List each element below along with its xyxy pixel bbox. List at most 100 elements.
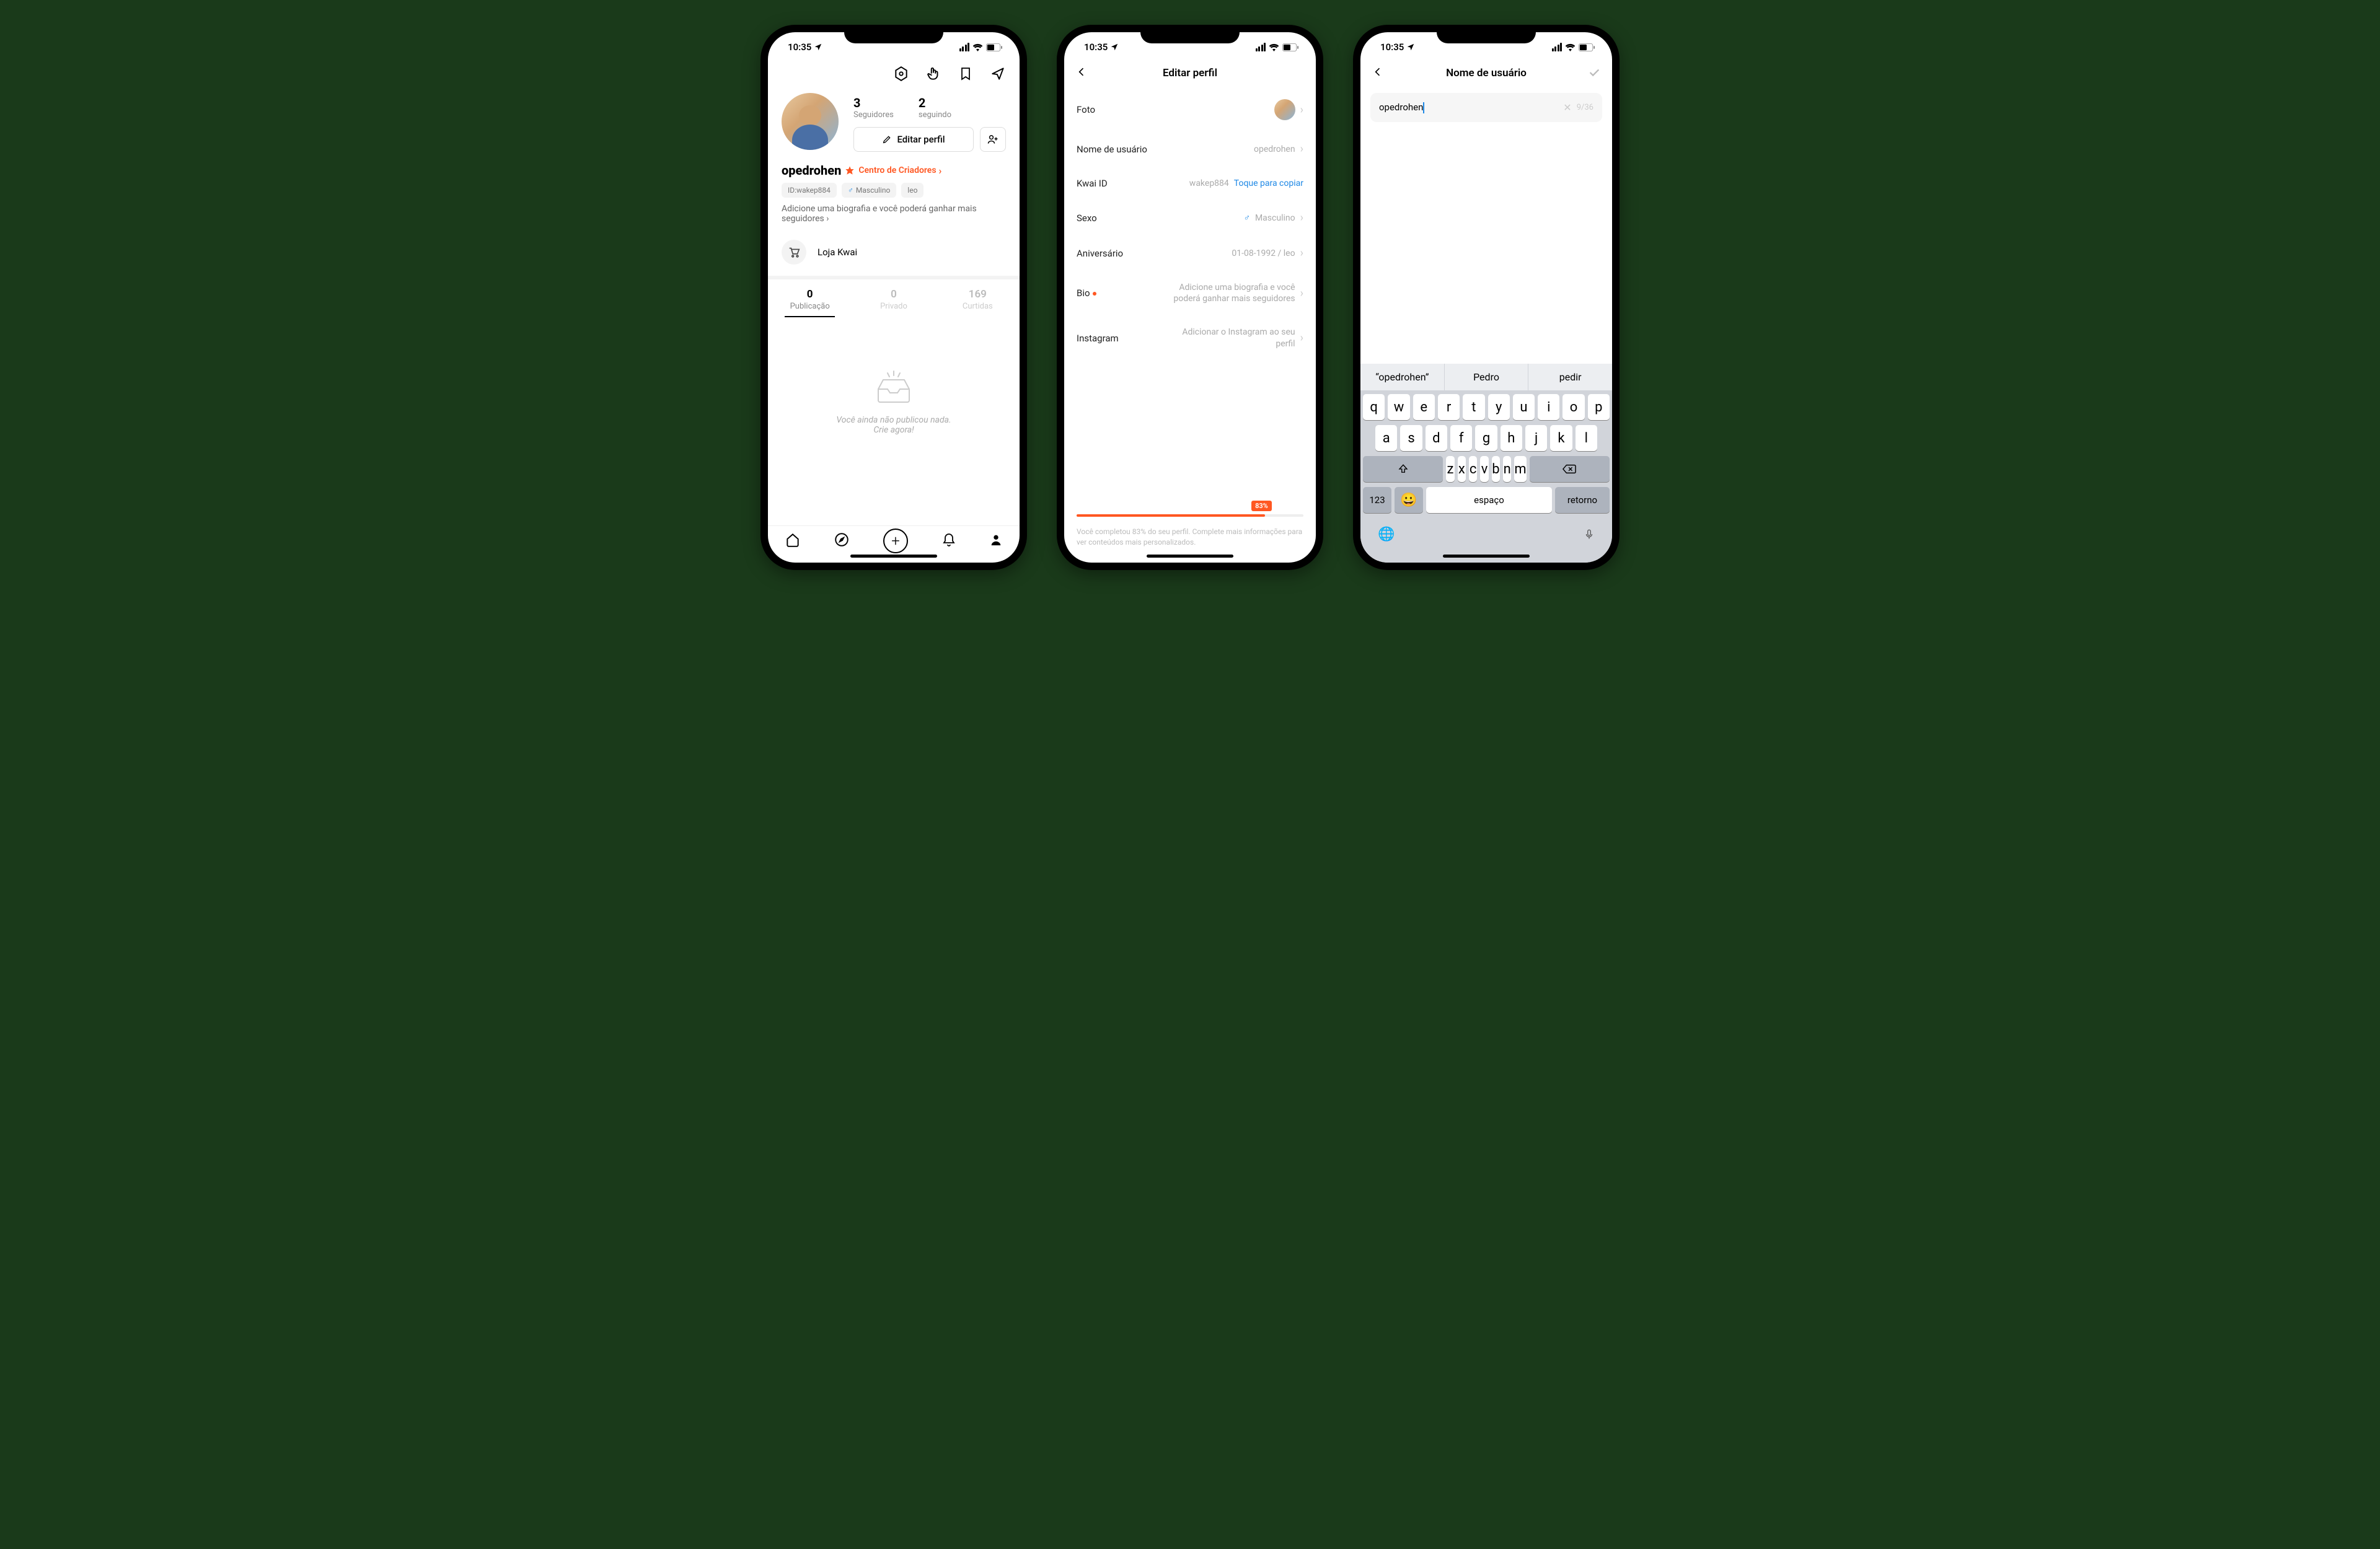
row-photo[interactable]: Foto › (1064, 88, 1316, 131)
key-c[interactable]: c (1469, 456, 1477, 482)
pencil-icon (882, 134, 892, 144)
kbd-row-1: qwertyuiop (1363, 394, 1610, 420)
keyboard: “opedrohen” Pedro pedir qwertyuiop asdfg… (1360, 364, 1612, 563)
space-key[interactable]: espaço (1426, 487, 1552, 513)
store-row[interactable]: Loja Kwai (768, 234, 1020, 276)
char-count: 9/36 (1577, 103, 1593, 112)
settings-hex-icon[interactable] (893, 66, 909, 82)
row-instagram[interactable]: Instagram Adicionar o Instagram ao seu p… (1064, 315, 1316, 360)
key-e[interactable]: e (1413, 394, 1435, 420)
confirm-button[interactable] (1587, 66, 1601, 82)
suggestion-1[interactable]: “opedrohen” (1360, 364, 1445, 390)
header-title: Nome de usuário (1446, 67, 1527, 79)
empty-inbox-icon (872, 371, 915, 408)
profile-progress: 83% (1064, 514, 1316, 522)
phone-edit-profile: 10:35 Editar perfil Foto › Nome de usuár… (1057, 25, 1323, 570)
nav-discover[interactable] (834, 532, 850, 550)
key-h[interactable]: h (1501, 425, 1522, 451)
creator-badge-icon (845, 165, 855, 175)
key-z[interactable]: z (1446, 456, 1454, 482)
cart-icon (787, 245, 801, 259)
status-time: 10:35 (788, 42, 811, 53)
key-s[interactable]: s (1400, 425, 1422, 451)
home-indicator[interactable] (850, 555, 937, 558)
add-friend-button[interactable] (980, 127, 1006, 152)
key-i[interactable]: i (1538, 394, 1559, 420)
row-sex[interactable]: Sexo ♂Masculino› (1064, 200, 1316, 235)
phone-edit-username: 10:35 Nome de usuário opedrohen ✕ 9/36 “… (1353, 25, 1620, 570)
tab-posts[interactable]: 0 Publicação (768, 279, 852, 317)
back-button[interactable] (1075, 66, 1088, 81)
key-o[interactable]: o (1562, 394, 1584, 420)
key-b[interactable]: b (1492, 456, 1500, 482)
followers-stat[interactable]: 3 Seguidores (853, 95, 894, 120)
wifi-icon (1565, 43, 1576, 51)
key-w[interactable]: w (1388, 394, 1409, 420)
key-x[interactable]: x (1458, 456, 1466, 482)
tab-private[interactable]: 0 Privado (852, 279, 935, 317)
kbd-row-2: asdfghjkl (1363, 425, 1610, 451)
globe-key[interactable]: 🌐 (1378, 527, 1395, 545)
key-k[interactable]: k (1550, 425, 1572, 451)
edit-profile-button[interactable]: Editar perfil (853, 127, 974, 152)
return-key[interactable]: retorno (1555, 487, 1610, 513)
key-f[interactable]: f (1450, 425, 1472, 451)
progress-badge: 83% (1251, 501, 1272, 511)
row-username[interactable]: Nome de usuário opedrohen› (1064, 131, 1316, 167)
suggestion-2[interactable]: Pedro (1445, 364, 1529, 390)
key-v[interactable]: v (1480, 456, 1488, 482)
shift-key[interactable] (1363, 456, 1443, 482)
row-kwai-id[interactable]: Kwai ID wakep884Toque para copiar (1064, 167, 1316, 200)
key-u[interactable]: u (1513, 394, 1535, 420)
home-indicator[interactable] (1147, 555, 1233, 558)
signal-icon (1256, 43, 1266, 51)
emoji-key[interactable]: 😀 (1395, 487, 1423, 513)
suggestion-3[interactable]: pedir (1528, 364, 1612, 390)
row-bio[interactable]: Bio Adicione uma biografia e você poderá… (1064, 271, 1316, 315)
nav-notifications[interactable] (941, 532, 956, 550)
sign-chip[interactable]: leo (901, 183, 923, 198)
notch (844, 25, 943, 43)
id-chip[interactable]: ID:wakep884 (782, 183, 837, 198)
key-j[interactable]: j (1525, 425, 1547, 451)
key-g[interactable]: g (1475, 425, 1497, 451)
empty-state: Você ainda não publicou nada. Crie agora… (768, 317, 1020, 525)
nav-profile[interactable] (989, 532, 1003, 550)
clear-icon[interactable]: ✕ (1563, 102, 1571, 113)
key-y[interactable]: y (1488, 394, 1510, 420)
creator-center-link[interactable]: Centro de Criadores› (858, 165, 941, 177)
back-button[interactable] (1372, 66, 1384, 81)
bookmark-icon[interactable] (958, 66, 974, 82)
key-t[interactable]: t (1463, 394, 1484, 420)
key-p[interactable]: p (1588, 394, 1610, 420)
backspace-key[interactable] (1530, 456, 1610, 482)
key-r[interactable]: r (1438, 394, 1460, 420)
bio-prompt[interactable]: Adicione uma biografia e você poderá gan… (768, 204, 1020, 234)
share-icon[interactable] (990, 66, 1006, 82)
key-n[interactable]: n (1503, 456, 1511, 482)
gender-chip[interactable]: ♂Masculino (842, 183, 896, 198)
key-q[interactable]: q (1363, 394, 1385, 420)
nav-home[interactable] (785, 532, 801, 550)
tab-likes[interactable]: 169 Curtidas (936, 279, 1020, 317)
key-a[interactable]: a (1375, 425, 1397, 451)
battery-icon (1282, 43, 1298, 51)
header-title: Editar perfil (1163, 67, 1217, 79)
notch (1437, 25, 1536, 43)
row-birthday[interactable]: Aniversário 01-08-1992 / leo› (1064, 235, 1316, 271)
following-stat[interactable]: 2 seguindo (919, 95, 951, 120)
key-d[interactable]: d (1426, 425, 1447, 451)
numbers-key[interactable]: 123 (1363, 487, 1391, 513)
pointer-icon[interactable] (925, 66, 941, 82)
phone-profile: 10:35 3 Seguidores (760, 25, 1027, 570)
username: opedrohen (782, 163, 841, 178)
key-m[interactable]: m (1514, 456, 1526, 482)
avatar-thumb (1274, 99, 1295, 120)
nav-create[interactable]: + (883, 529, 908, 553)
avatar[interactable] (782, 93, 839, 150)
signal-icon (959, 43, 970, 51)
key-l[interactable]: l (1576, 425, 1597, 451)
username-input[interactable]: opedrohen ✕ 9/36 (1370, 93, 1602, 122)
mic-key[interactable] (1584, 527, 1595, 545)
home-indicator[interactable] (1443, 555, 1530, 558)
